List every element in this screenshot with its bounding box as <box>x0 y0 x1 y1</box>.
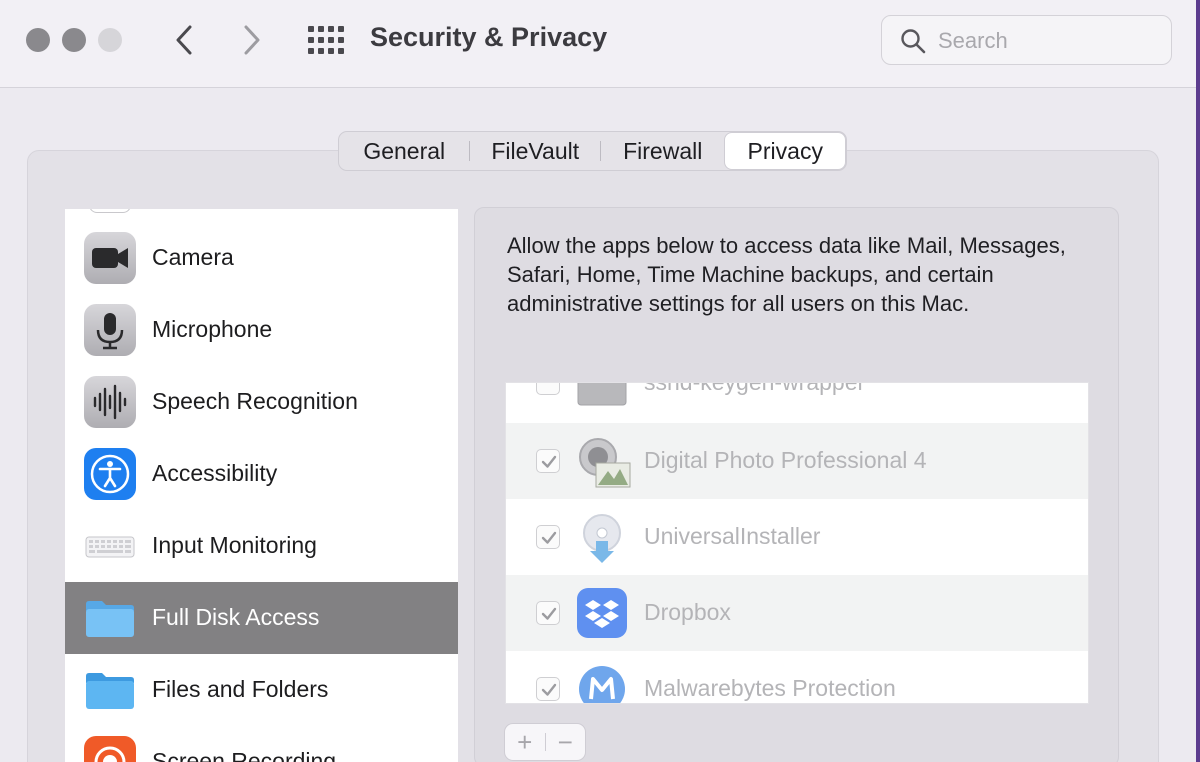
back-button[interactable] <box>164 20 204 60</box>
terminal-icon <box>576 383 628 409</box>
title-bar: Security & Privacy Search <box>0 0 1196 88</box>
accessibility-icon <box>84 448 136 500</box>
app-name: UniversalInstaller <box>644 523 821 549</box>
grid-icon <box>308 26 344 54</box>
checkmark-icon <box>541 455 557 468</box>
previous-category-icon <box>89 209 131 213</box>
app-row[interactable]: Malwarebytes Protection <box>506 651 1088 703</box>
remove-app-button[interactable]: − <box>545 724 585 760</box>
checkmark-icon <box>541 531 557 544</box>
app-checkbox[interactable] <box>536 601 560 625</box>
category-label: Full Disk Access <box>152 604 320 630</box>
category-input-monitoring[interactable]: Input Monitoring <box>65 510 458 582</box>
microphone-icon <box>84 304 136 356</box>
tab-privacy[interactable]: Privacy <box>724 132 847 170</box>
category-camera[interactable]: Camera <box>65 222 458 294</box>
checkmark-icon <box>541 683 557 696</box>
app-checkbox[interactable] <box>536 677 560 701</box>
speech-recognition-icon <box>84 376 136 428</box>
app-checkbox[interactable] <box>536 525 560 549</box>
app-name: Dropbox <box>644 599 731 625</box>
category-label: Screen Recording <box>152 748 337 762</box>
folder-icon <box>84 592 136 644</box>
full-disk-access-description: Allow the apps below to access data like… <box>507 233 1066 316</box>
dropbox-icon <box>576 587 628 639</box>
window-edge <box>1196 0 1200 762</box>
app-checkbox[interactable] <box>536 449 560 473</box>
app-row[interactable]: UniversalInstaller <box>506 499 1088 575</box>
close-window-button[interactable] <box>26 28 50 52</box>
app-name: Malwarebytes Protection <box>644 675 896 701</box>
search-icon <box>901 29 926 54</box>
tab-filevault[interactable]: FileVault <box>470 132 599 170</box>
checkmark-icon <box>541 607 557 620</box>
malwarebytes-icon <box>576 663 628 703</box>
tab-general[interactable]: General <box>339 132 469 170</box>
category-label: Speech Recognition <box>152 388 358 414</box>
tab-firewall[interactable]: Firewall <box>601 132 725 170</box>
app-row[interactable]: Digital Photo Professional 4 <box>506 423 1088 499</box>
app-row[interactable]: sshd-keygen-wrapper <box>506 382 1088 421</box>
camera-lens-icon <box>576 435 631 488</box>
chevron-left-icon <box>176 25 192 55</box>
screen-recording-icon <box>84 736 136 762</box>
category-label: Camera <box>152 244 234 270</box>
zoom-window-button[interactable] <box>98 28 122 52</box>
tab-bar: General FileVault Firewall Privacy <box>338 131 847 171</box>
category-files-and-folders[interactable]: Files and Folders <box>65 654 458 726</box>
show-all-button[interactable] <box>306 24 344 56</box>
installer-disc-icon <box>576 511 628 563</box>
category-microphone[interactable]: Microphone <box>65 294 458 366</box>
folder-icon <box>84 664 136 716</box>
category-label: Files and Folders <box>152 676 329 702</box>
app-name: sshd-keygen-wrapper <box>644 382 866 395</box>
window-title: Security & Privacy <box>370 22 608 52</box>
forward-button[interactable] <box>232 20 272 60</box>
category-full-disk-access[interactable]: Full Disk Access <box>65 582 458 654</box>
chevron-right-icon <box>244 25 260 55</box>
category-speech-recognition[interactable]: Speech Recognition <box>65 366 458 438</box>
search-placeholder: Search <box>938 28 1008 53</box>
app-checkbox[interactable] <box>536 383 560 395</box>
category-label: Microphone <box>152 316 273 342</box>
category-accessibility[interactable]: Accessibility <box>65 438 458 510</box>
category-label: Input Monitoring <box>152 532 317 558</box>
keyboard-icon <box>84 520 136 572</box>
app-list[interactable]: sshd-keygen-wrapper Digital Photo Profes… <box>505 382 1089 704</box>
category-screen-recording[interactable]: Screen Recording <box>65 726 458 762</box>
minimize-window-button[interactable] <box>62 28 86 52</box>
add-app-button[interactable]: + <box>505 724 545 760</box>
category-label: Accessibility <box>152 460 278 486</box>
camera-icon <box>84 232 136 284</box>
app-row[interactable]: Dropbox <box>506 575 1088 651</box>
app-name: Digital Photo Professional 4 <box>644 447 927 473</box>
privacy-category-list[interactable]: Camera Microphone Speech Recognition Acc… <box>65 209 458 762</box>
search-field[interactable]: Search <box>881 15 1172 65</box>
system-preferences-window: Security & Privacy Search General FileVa… <box>0 0 1196 762</box>
add-remove-control: + − <box>504 723 586 761</box>
